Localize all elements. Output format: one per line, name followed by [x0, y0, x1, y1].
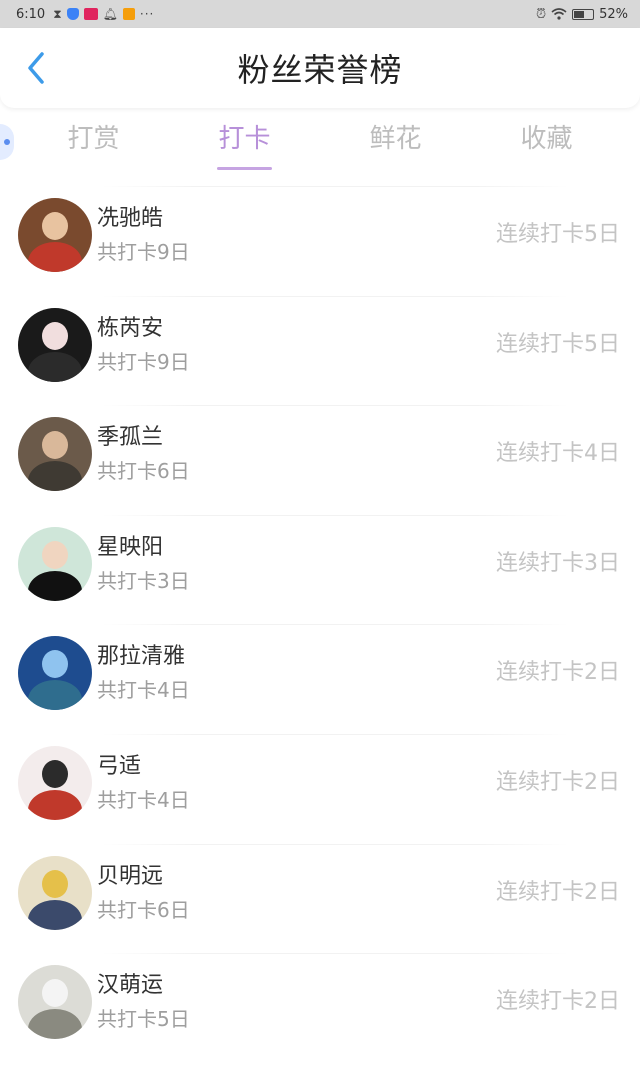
- user-name: 汉萌运: [97, 973, 164, 999]
- wifi-icon: [551, 8, 567, 20]
- avatar-head: [42, 650, 68, 679]
- more-notifications-icon: ···: [139, 7, 155, 21]
- tab-label: 收藏: [520, 124, 573, 154]
- divider: [100, 186, 570, 187]
- shield-icon: [66, 8, 79, 20]
- avatar-body: [28, 1009, 82, 1040]
- avatar-head: [42, 869, 68, 898]
- avatar-body: [28, 789, 82, 820]
- divider: [100, 405, 570, 407]
- avatar[interactable]: [18, 198, 92, 272]
- user-name: 那拉清雅: [97, 644, 186, 670]
- avatar[interactable]: [18, 855, 92, 930]
- avatar-body: [28, 242, 82, 272]
- back-button[interactable]: [18, 50, 54, 86]
- checkin-streak: 连续打卡4日: [496, 441, 620, 467]
- chevron-left-icon: [28, 52, 44, 84]
- avatar[interactable]: [18, 965, 92, 1040]
- tab-label: 打卡: [218, 124, 271, 154]
- list-item[interactable]: 栋芮安 共打卡9日 连续打卡5日: [0, 295, 640, 406]
- list-item[interactable]: 汉萌运 共打卡5日 连续打卡2日: [0, 953, 640, 1063]
- avatar[interactable]: [18, 417, 92, 492]
- tab-reward[interactable]: 打赏: [18, 110, 169, 170]
- floating-assistant-button[interactable]: [0, 124, 14, 160]
- list-item[interactable]: 贝明远 共打卡6日 连续打卡2日: [0, 843, 640, 954]
- divider: [100, 843, 570, 845]
- avatar-body: [28, 680, 82, 711]
- tab-label: 打赏: [67, 124, 120, 154]
- checkin-streak: 连续打卡2日: [496, 769, 620, 795]
- app-header: 粉丝荣誉榜: [0, 28, 640, 108]
- total-checkin-count: 共打卡6日: [97, 459, 190, 484]
- checkin-streak: 连续打卡5日: [496, 222, 620, 247]
- battery-level: [574, 10, 585, 18]
- avatar-body: [28, 351, 82, 382]
- status-bar: 6:10 ⧗ 🔔︎ ··· ⏰︎ 52%: [0, 0, 640, 28]
- avatar[interactable]: [18, 636, 92, 711]
- tab-favorites[interactable]: 收藏: [471, 110, 622, 170]
- total-checkin-count: 共打卡9日: [97, 349, 190, 374]
- tab-label: 鲜花: [369, 124, 422, 154]
- active-tab-indicator: [217, 167, 272, 170]
- avatar[interactable]: [18, 526, 92, 601]
- hourglass-icon: ⧗: [53, 7, 62, 21]
- divider: [100, 624, 570, 626]
- total-checkin-count: 共打卡9日: [97, 240, 190, 264]
- total-checkin-count: 共打卡3日: [97, 568, 190, 593]
- battery-icon: [572, 8, 595, 20]
- list-item[interactable]: 冼驰皓 共打卡9日 连续打卡5日: [0, 186, 640, 296]
- list-item[interactable]: 星映阳 共打卡3日 连续打卡3日: [0, 514, 640, 625]
- page-title: 粉丝荣誉榜: [237, 51, 403, 89]
- avatar-body: [28, 461, 82, 492]
- checkin-streak: 连续打卡2日: [496, 879, 620, 905]
- app-icon: [83, 8, 98, 20]
- play-icon: [122, 8, 135, 20]
- avatar-head: [42, 431, 68, 460]
- list-item[interactable]: 季孤兰 共打卡6日 连续打卡4日: [0, 405, 640, 515]
- dot-icon: [4, 139, 10, 145]
- fan-ranking-list: 冼驰皓 共打卡9日 连续打卡5日 栋芮安 共打卡9日 连续打卡5日 季孤兰 共打…: [0, 186, 640, 1063]
- total-checkin-count: 共打卡4日: [97, 787, 190, 812]
- total-checkin-count: 共打卡4日: [97, 678, 190, 703]
- user-name: 贝明远: [97, 863, 164, 889]
- tab-bar: 打赏 打卡 鲜花 收藏: [18, 110, 622, 170]
- avatar-head: [42, 212, 68, 240]
- tab-flowers[interactable]: 鲜花: [320, 110, 471, 170]
- user-name: 栋芮安: [97, 315, 164, 341]
- list-item[interactable]: 弓适 共打卡4日 连续打卡2日: [0, 733, 640, 844]
- divider: [100, 514, 570, 516]
- status-right: ⏰︎ 52%: [536, 7, 628, 22]
- avatar-body: [28, 899, 82, 930]
- avatar-head: [42, 321, 68, 350]
- battery-percent: 52%: [599, 6, 628, 22]
- total-checkin-count: 共打卡6日: [97, 897, 190, 922]
- user-name: 星映阳: [97, 534, 164, 560]
- bell-icon: 🔔︎: [102, 7, 118, 21]
- divider: [100, 953, 570, 955]
- divider: [100, 733, 570, 735]
- avatar[interactable]: [18, 745, 92, 820]
- alarm-icon: ⏰︎: [535, 6, 547, 22]
- user-name: 弓适: [97, 753, 142, 779]
- avatar[interactable]: [18, 307, 92, 382]
- checkin-streak: 连续打卡2日: [496, 989, 620, 1015]
- status-left: 6:10 ⧗ 🔔︎ ···: [16, 7, 154, 22]
- divider: [100, 295, 570, 297]
- list-item[interactable]: 那拉清雅 共打卡4日 连续打卡2日: [0, 624, 640, 734]
- user-name: 季孤兰: [97, 425, 164, 451]
- status-time: 6:10: [16, 6, 46, 22]
- avatar-head: [42, 759, 68, 788]
- avatar-head: [42, 979, 68, 1008]
- tab-checkin[interactable]: 打卡: [169, 110, 320, 170]
- checkin-streak: 连续打卡2日: [496, 660, 620, 686]
- avatar-body: [28, 570, 82, 601]
- avatar-head: [42, 540, 68, 569]
- checkin-streak: 连续打卡3日: [496, 550, 620, 576]
- total-checkin-count: 共打卡5日: [97, 1007, 190, 1032]
- checkin-streak: 连续打卡5日: [496, 331, 620, 357]
- user-name: 冼驰皓: [97, 206, 164, 231]
